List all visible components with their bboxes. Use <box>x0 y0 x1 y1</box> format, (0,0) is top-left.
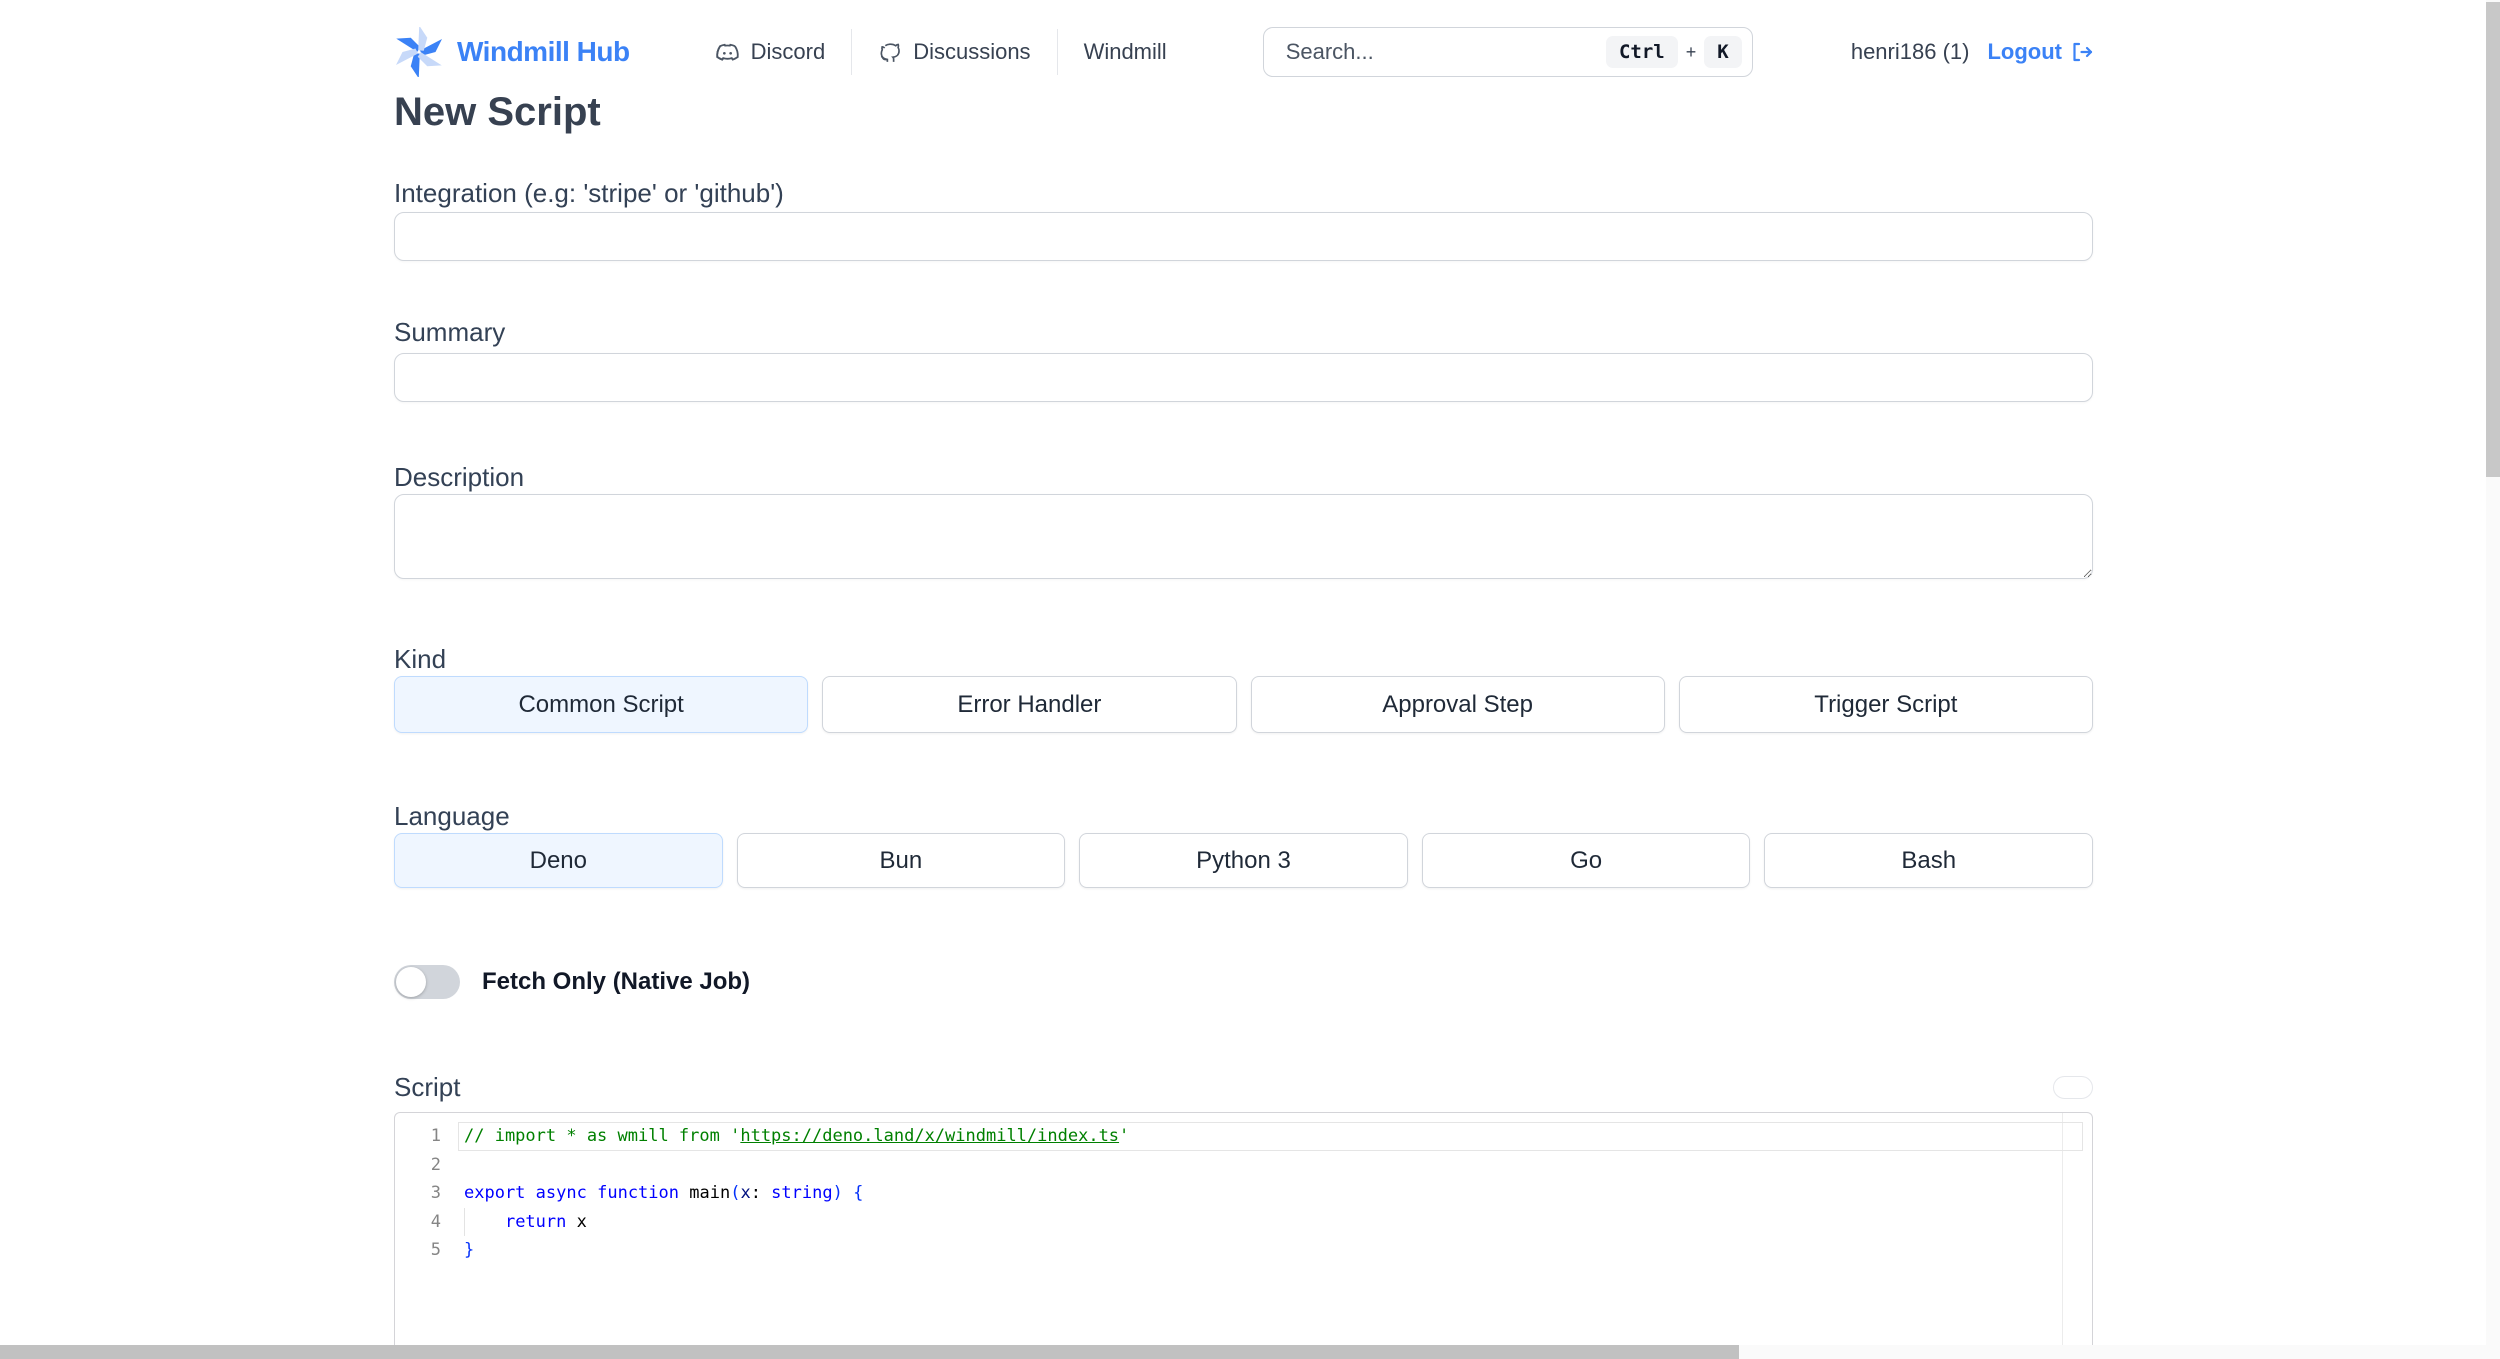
line-number: 3 <box>430 1183 441 1204</box>
nav-divider <box>1056 29 1058 75</box>
github-icon <box>878 40 903 65</box>
line-number: 1 <box>430 1126 441 1147</box>
kbd-ctrl: Ctrl <box>1605 36 1678 68</box>
code-line[interactable]: 4 return x <box>395 1207 2092 1237</box>
integration-input[interactable] <box>394 212 2093 261</box>
code-text: export async function main(x: string) { <box>464 1183 864 1204</box>
brand-name: Windmill Hub <box>457 36 630 67</box>
code-text: return x <box>504 1211 587 1232</box>
kbd-k: K <box>1704 36 1742 68</box>
logout-link[interactable]: Logout <box>1987 39 2093 65</box>
logout-label: Logout <box>1987 39 2062 64</box>
vertical-scrollbar[interactable] <box>2486 0 2500 1359</box>
kind-option-error-handler[interactable]: Error Handler <box>822 676 1237 733</box>
code-text: // import * as wmill from 'https://deno.… <box>464 1126 1130 1147</box>
description-label: Description <box>394 462 525 492</box>
script-label: Script <box>394 1072 461 1102</box>
language-option-bash[interactable]: Bash <box>1764 833 2093 888</box>
page-title: New Script <box>394 90 601 134</box>
code-line[interactable]: 2 <box>395 1151 2092 1180</box>
nav-item-windmill[interactable]: Windmill <box>1084 39 1167 65</box>
language-option-bun[interactable]: Bun <box>736 833 1066 888</box>
language-option-python3[interactable]: Python 3 <box>1079 833 1408 888</box>
fetch-only-label: Fetch Only (Native Job) <box>482 968 751 995</box>
kind-label: Kind <box>394 644 447 674</box>
horizontal-scrollbar[interactable] <box>0 1345 2486 1359</box>
description-textarea[interactable] <box>394 494 2093 579</box>
line-number: 2 <box>430 1154 441 1175</box>
line-number: 4 <box>430 1211 441 1232</box>
horizontal-scrollbar-thumb[interactable] <box>0 1345 1739 1359</box>
username: henri186 (1) <box>1850 39 1970 64</box>
kind-option-common-script[interactable]: Common Script <box>394 676 809 733</box>
search-box[interactable]: Ctrl + K <box>1262 27 1753 77</box>
logout-icon <box>2069 40 2093 64</box>
kind-option-approval-step[interactable]: Approval Step <box>1250 676 1665 733</box>
integration-label: Integration (e.g: 'stripe' or 'github') <box>394 178 784 208</box>
code-text: } <box>464 1240 475 1261</box>
language-options: Deno Bun Python 3 Go Bash <box>394 833 2093 888</box>
main-container: Windmill Hub Discord Discussions Windmil… <box>394 0 2093 1355</box>
nav-label: Discussions <box>913 39 1031 64</box>
kind-option-trigger-script[interactable]: Trigger Script <box>1678 676 2093 733</box>
code-line[interactable]: 5} <box>395 1236 2092 1265</box>
language-option-go[interactable]: Go <box>1421 833 1751 888</box>
script-editor[interactable]: 1 // import * as wmill from 'https://deno… <box>394 1112 2093 1355</box>
nav-label: Windmill <box>1083 39 1167 64</box>
summary-input[interactable] <box>394 353 2093 402</box>
nav-divider <box>851 29 853 75</box>
nav-label: Discord <box>750 39 826 64</box>
user-area: henri186 (1) Logout <box>1851 39 2093 65</box>
discord-icon <box>714 39 741 66</box>
toggle-knob <box>396 967 426 997</box>
script-row: Script <box>394 1070 2093 1104</box>
language-label: Language <box>394 801 510 831</box>
summary-label: Summary <box>394 317 506 347</box>
nav-item-discussions[interactable]: Discussions <box>878 39 1031 65</box>
header: Windmill Hub Discord Discussions Windmil… <box>394 0 2093 80</box>
top-nav: Discord Discussions Windmill <box>714 29 1167 75</box>
language-option-deno[interactable]: Deno <box>394 833 723 888</box>
nav-item-discord[interactable]: Discord <box>714 39 826 66</box>
code-line[interactable]: 1 // import * as wmill from 'https://deno… <box>395 1122 2092 1151</box>
kind-options: Common Script Error Handler Approval Ste… <box>394 676 2093 733</box>
search-input[interactable] <box>1285 39 1606 65</box>
editor-toggle-pill[interactable] <box>2053 1076 2093 1099</box>
kbd-plus: + <box>1685 41 1697 62</box>
editor-lines: 1 // import * as wmill from 'https://deno… <box>395 1122 2092 1265</box>
code-line[interactable]: 3 export async function main(x: string) { <box>395 1179 2092 1208</box>
fetch-only-row: Fetch Only (Native Job) <box>394 964 2093 1000</box>
vertical-scrollbar-thumb[interactable] <box>2486 2 2500 477</box>
windmill-logo-icon <box>394 27 444 77</box>
brand-link[interactable]: Windmill Hub <box>394 27 630 77</box>
line-number: 5 <box>430 1240 441 1261</box>
fetch-only-toggle[interactable] <box>394 965 460 999</box>
